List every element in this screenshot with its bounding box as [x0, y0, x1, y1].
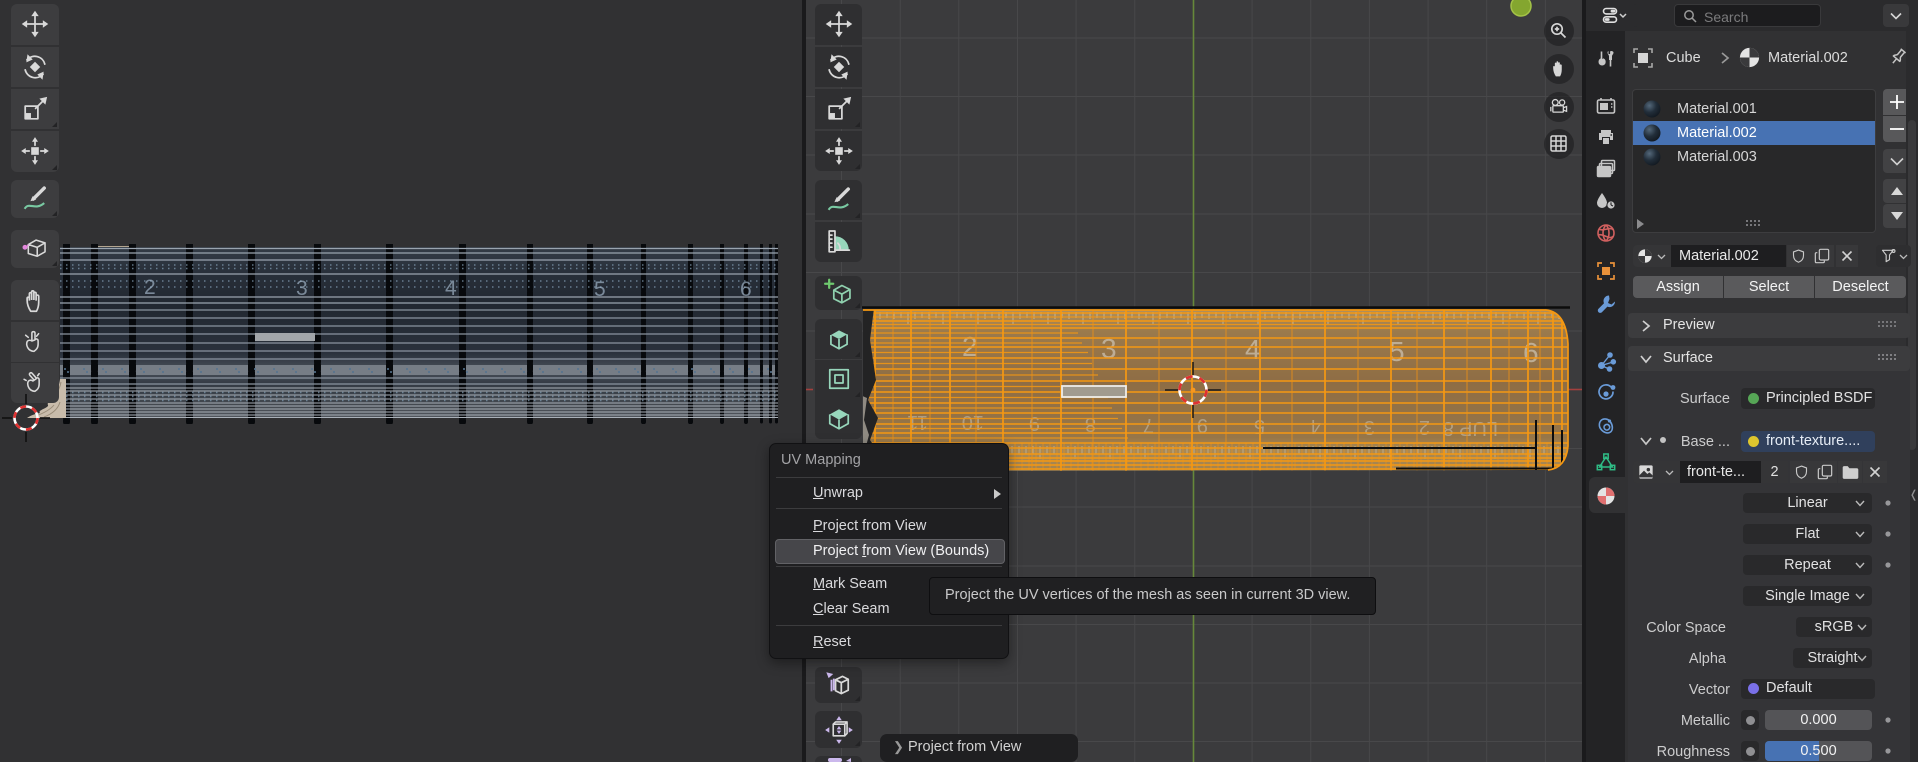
svg-text:3: 3 — [1364, 416, 1375, 438]
svg-text:4: 4 — [445, 277, 457, 300]
svg-text:5: 5 — [594, 278, 606, 301]
svg-text:2: 2 — [144, 276, 156, 299]
svg-text:6: 6 — [740, 278, 752, 301]
svg-text:9: 9 — [1029, 412, 1040, 434]
svg-text:3: 3 — [296, 277, 308, 300]
svg-text:6: 6 — [1523, 337, 1539, 368]
svg-text:2: 2 — [1419, 416, 1430, 438]
svg-text:10: 10 — [962, 411, 984, 433]
svg-text:LUP 8: LUP 8 — [1443, 417, 1498, 439]
